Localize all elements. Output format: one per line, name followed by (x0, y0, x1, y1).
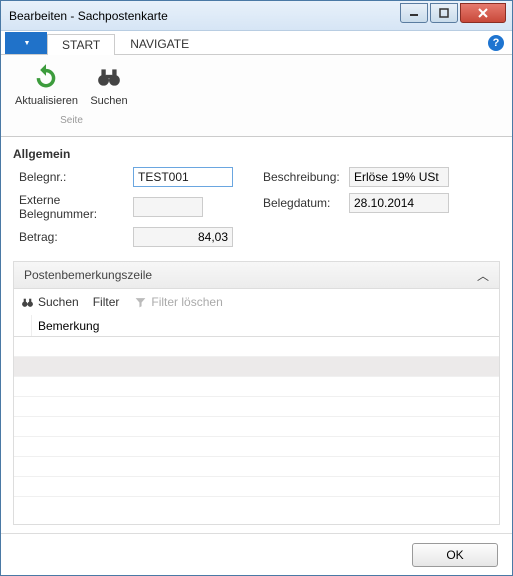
file-tab[interactable] (5, 32, 47, 54)
beschreibung-input[interactable] (349, 167, 449, 187)
betrag-label: Betrag: (13, 230, 133, 244)
list-filter-button[interactable]: Filter (93, 295, 120, 309)
window-title: Bearbeiten - Sachpostenkarte (9, 9, 168, 23)
list-toolbar: Suchen Filter Filter löschen (13, 289, 500, 315)
ok-button[interactable]: OK (412, 543, 498, 567)
ribbon-group-label: Seite (60, 115, 83, 126)
tab-start[interactable]: START (47, 34, 115, 55)
list-find-button[interactable]: Suchen (20, 295, 79, 309)
form-col-right: Beschreibung: Belegdatum: (257, 167, 449, 247)
fasttab-title: Postenbemerkungszeile (24, 268, 152, 282)
find-button[interactable]: Suchen (84, 59, 134, 109)
minimize-button[interactable] (400, 3, 428, 23)
window-controls (400, 9, 512, 23)
list-filter-label: Filter (93, 295, 120, 309)
titlebar: Bearbeiten - Sachpostenkarte (1, 1, 512, 31)
grid-col-bemerkung[interactable]: Bemerkung (32, 319, 99, 333)
close-button[interactable] (460, 3, 506, 23)
grid-row[interactable] (14, 457, 499, 477)
grid-row-selector-header[interactable] (14, 315, 32, 336)
beschreibung-label: Beschreibung: (257, 170, 349, 184)
tab-navigate[interactable]: NAVIGATE (115, 33, 204, 54)
ribbon-body: Aktualisieren Suchen Seite (1, 55, 512, 137)
list-clearfilter-label: Filter löschen (151, 295, 222, 309)
belegnr-input[interactable] (133, 167, 233, 187)
grid-row[interactable] (14, 357, 499, 377)
belegdatum-label: Belegdatum: (257, 196, 349, 210)
list-find-label: Suchen (38, 295, 79, 309)
list-clearfilter-button[interactable]: Filter löschen (133, 295, 222, 309)
belegdatum-input[interactable] (349, 193, 449, 213)
belegnr-label: Belegnr.: (13, 170, 133, 184)
content-area: Allgemein Belegnr.: Externe Belegnummer:… (1, 137, 512, 533)
grid-row[interactable] (14, 417, 499, 437)
grid-row[interactable] (14, 337, 499, 357)
help-icon[interactable]: ? (488, 35, 504, 51)
funnel-icon (133, 295, 147, 309)
grid-body[interactable] (13, 337, 500, 525)
find-label: Suchen (90, 95, 127, 107)
window: Bearbeiten - Sachpostenkarte START NAVIG… (0, 0, 513, 576)
footer: OK (1, 533, 512, 575)
grid-header: Bemerkung (13, 315, 500, 337)
grid-row[interactable] (14, 477, 499, 497)
maximize-button[interactable] (430, 3, 458, 23)
ribbon-group-page: Aktualisieren Suchen Seite (9, 59, 134, 126)
refresh-label: Aktualisieren (15, 95, 78, 107)
betrag-input[interactable] (133, 227, 233, 247)
grid-row[interactable] (14, 397, 499, 417)
refresh-button[interactable]: Aktualisieren (9, 59, 84, 109)
fasttab-header[interactable]: Postenbemerkungszeile ︿ (13, 261, 500, 289)
binoculars-icon (93, 61, 125, 93)
grid-row[interactable] (14, 437, 499, 457)
ribbon-tabstrip: START NAVIGATE ? (1, 31, 512, 55)
binoculars-icon (20, 295, 34, 309)
form-col-left: Belegnr.: Externe Belegnummer: Betrag: (13, 167, 233, 247)
externe-belegnr-label: Externe Belegnummer: (13, 193, 133, 221)
section-general-title: Allgemein (13, 147, 500, 161)
refresh-icon (30, 61, 62, 93)
chevron-up-icon: ︿ (477, 267, 489, 284)
form-grid: Belegnr.: Externe Belegnummer: Betrag: B… (13, 167, 500, 247)
grid-row[interactable] (14, 377, 499, 397)
externe-belegnr-input[interactable] (133, 197, 203, 217)
